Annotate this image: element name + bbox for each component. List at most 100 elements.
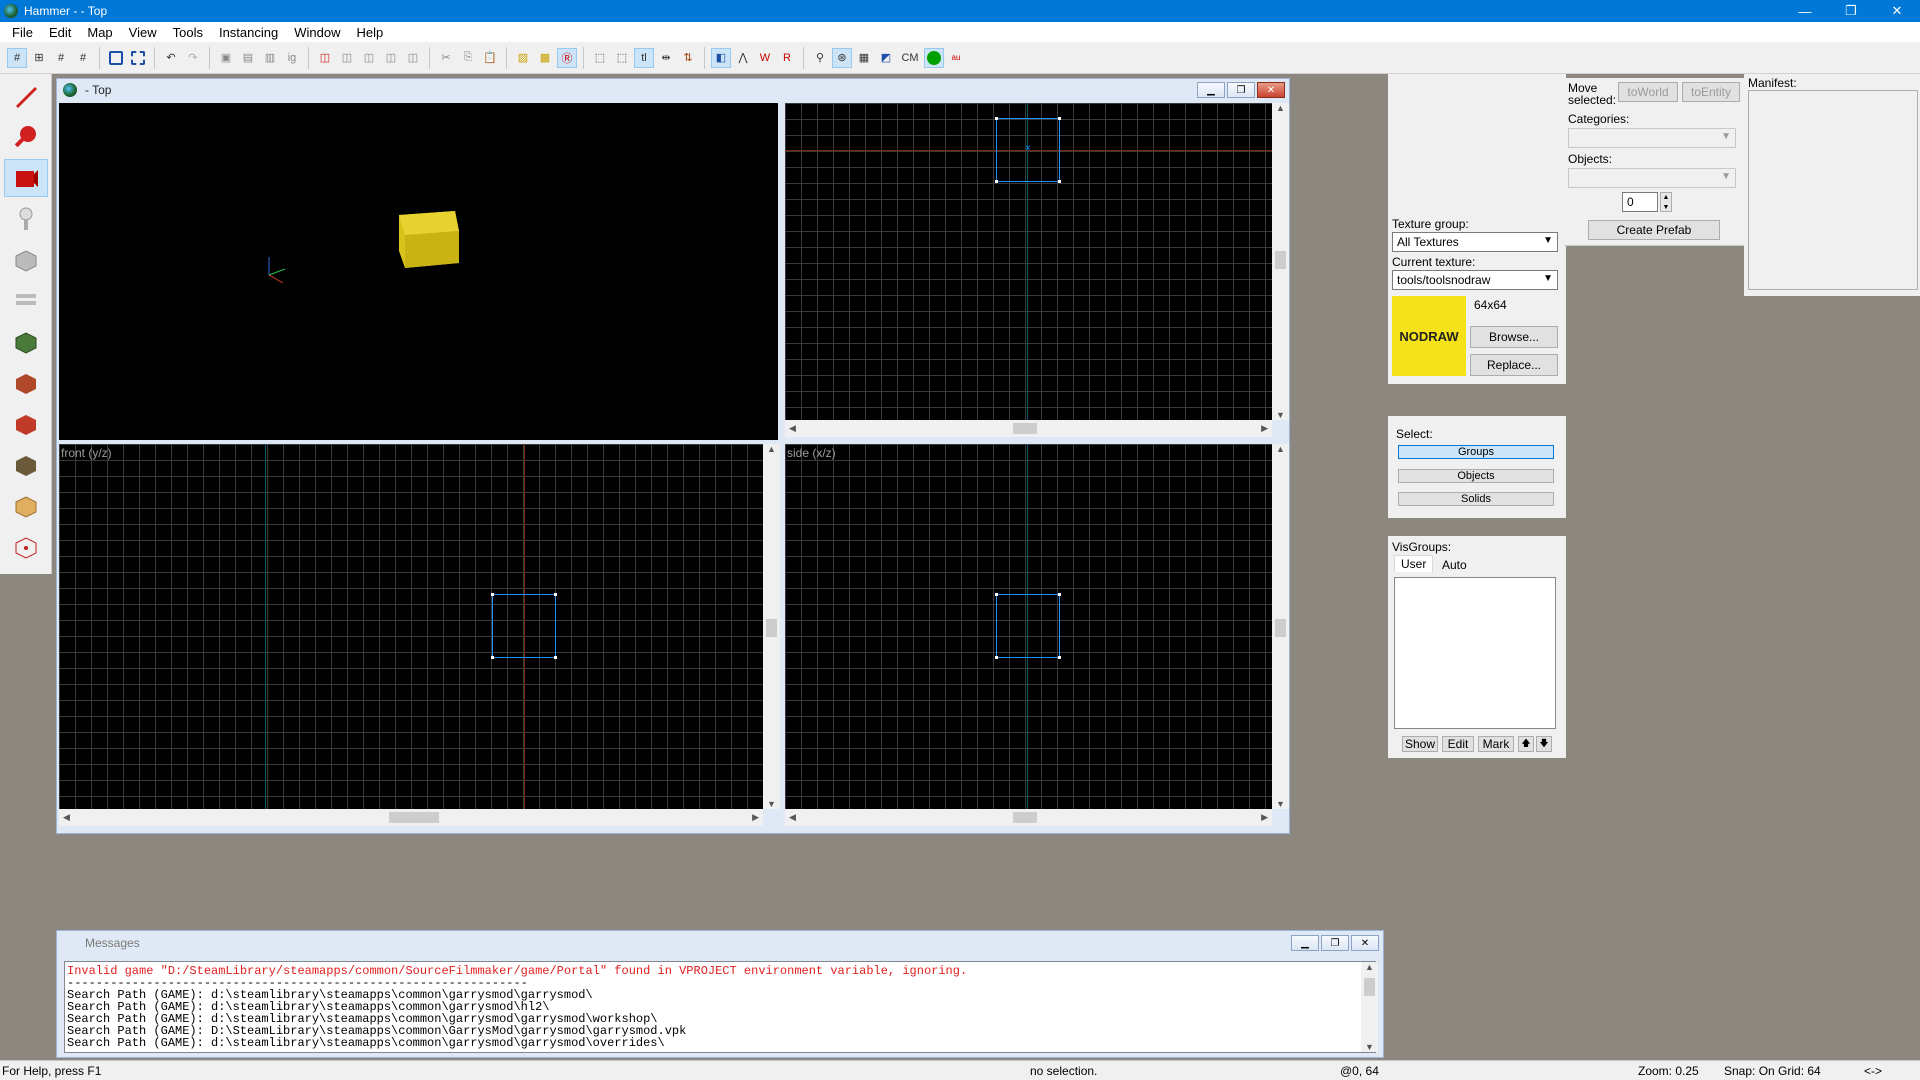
overlay-tool[interactable] bbox=[4, 405, 48, 443]
clipping-tool[interactable] bbox=[4, 446, 48, 484]
manifest-list[interactable] bbox=[1748, 90, 1918, 290]
front-view-hscroll[interactable]: ◀ ▶ bbox=[59, 809, 763, 826]
create-prefab-button[interactable]: Create Prefab bbox=[1588, 220, 1720, 240]
selected-brush-front[interactable] bbox=[491, 593, 557, 659]
mdi-restore-button[interactable]: ❐ bbox=[1227, 82, 1255, 98]
replace-icon[interactable]: R bbox=[777, 48, 797, 68]
texture-tool[interactable] bbox=[4, 282, 48, 320]
categories-select[interactable]: ▼ bbox=[1568, 128, 1736, 148]
prefab-count-field[interactable]: 0 bbox=[1622, 192, 1658, 212]
vertex-icon[interactable]: ◫ bbox=[381, 48, 401, 68]
texture-scale-lock-icon[interactable]: ▩ bbox=[535, 48, 555, 68]
objects-select[interactable]: ▼ bbox=[1568, 168, 1736, 188]
carve-icon[interactable]: ◫ bbox=[315, 48, 335, 68]
to-world-button[interactable]: toWorld bbox=[1618, 82, 1678, 102]
apply-texture-tool[interactable] bbox=[4, 323, 48, 361]
magnify-tool[interactable] bbox=[4, 118, 48, 156]
messages-vscroll[interactable]: ▲ ▼ bbox=[1361, 962, 1378, 1052]
menu-view[interactable]: View bbox=[121, 25, 165, 40]
cordon-toggle-icon[interactable] bbox=[924, 47, 944, 68]
side-view-vscroll[interactable]: ▲ ▼ bbox=[1272, 444, 1289, 809]
paste-icon[interactable]: 📋 bbox=[480, 48, 500, 68]
3d-shaded-icon[interactable]: ◩ bbox=[876, 48, 896, 68]
cordon-icon[interactable]: CM bbox=[898, 48, 922, 68]
mdi-minimize-button[interactable]: ▁ bbox=[1197, 82, 1225, 98]
top-view-vscroll[interactable]: ▲ ▼ bbox=[1272, 103, 1289, 420]
block-tool[interactable] bbox=[4, 241, 48, 279]
texture-group-select[interactable]: All Textures ▼ bbox=[1392, 232, 1558, 252]
selected-brush-top[interactable]: × bbox=[995, 117, 1061, 183]
group-icon[interactable] bbox=[106, 48, 126, 68]
redo-icon[interactable]: ↷ bbox=[183, 48, 203, 68]
count-spinner[interactable]: ▲ ▼ bbox=[1660, 192, 1672, 212]
clip-icon[interactable]: ◫ bbox=[359, 48, 379, 68]
tab-user[interactable]: User bbox=[1394, 555, 1434, 572]
visgroup-mark-button[interactable]: Mark bbox=[1478, 736, 1514, 752]
current-texture-select[interactable]: tools/toolsnodraw ▼ bbox=[1392, 270, 1558, 290]
copy-icon[interactable]: ⎘ bbox=[458, 48, 478, 68]
helpers-icon[interactable]: ⚲ bbox=[810, 48, 830, 68]
front-view-vscroll[interactable]: ▲ ▼ bbox=[763, 444, 780, 809]
restore-button[interactable]: ❐ bbox=[1828, 0, 1874, 22]
solid-entity-icon[interactable]: ◧ bbox=[711, 47, 731, 68]
select-objects-button[interactable]: Objects bbox=[1398, 469, 1554, 483]
grid-3d-icon[interactable]: ⊞ bbox=[29, 48, 49, 68]
messages-restore-button[interactable]: ❐ bbox=[1321, 935, 1349, 951]
replace-button[interactable]: Replace... bbox=[1470, 354, 1558, 376]
hide-selected-icon[interactable]: ▤ bbox=[238, 48, 258, 68]
to-entity-button[interactable]: toEntity bbox=[1682, 82, 1740, 102]
viewport-side[interactable]: side (x/z) bbox=[785, 444, 1272, 809]
close-button[interactable]: ✕ bbox=[1874, 0, 1920, 22]
selected-brush-side[interactable] bbox=[995, 593, 1061, 659]
hollow-icon[interactable]: ◫ bbox=[337, 48, 357, 68]
grid-smaller-icon[interactable]: # bbox=[51, 48, 71, 68]
world-snap-icon[interactable]: W bbox=[755, 48, 775, 68]
messages-log[interactable]: Invalid game "D:/SteamLibrary/steamapps/… bbox=[64, 961, 1376, 1053]
cut-icon[interactable]: ✂ bbox=[436, 48, 456, 68]
wireframe-icon[interactable]: ▦ bbox=[854, 48, 874, 68]
visgroup-show-button[interactable]: Show bbox=[1402, 736, 1438, 752]
decal-tool[interactable] bbox=[4, 364, 48, 402]
visgroup-edit-button[interactable]: Edit bbox=[1442, 736, 1474, 752]
viewport-front[interactable]: front (y/z) bbox=[59, 444, 763, 809]
select-by-handles-icon[interactable]: ⬚ bbox=[612, 48, 632, 68]
minimize-button[interactable]: — bbox=[1782, 0, 1828, 22]
select-solids-button[interactable]: Solids bbox=[1398, 492, 1554, 506]
menu-map[interactable]: Map bbox=[79, 25, 120, 40]
visgroups-list[interactable] bbox=[1394, 577, 1556, 729]
hide-unselected-icon[interactable]: ▥ bbox=[260, 48, 280, 68]
side-view-hscroll[interactable]: ◀ ▶ bbox=[785, 809, 1272, 826]
grid-toggle-icon[interactable]: # bbox=[7, 47, 27, 68]
toggle-texture-lock-icon[interactable]: tl bbox=[634, 47, 654, 68]
messages-close-button[interactable]: ✕ bbox=[1351, 935, 1379, 951]
undo-icon[interactable]: ↶ bbox=[161, 48, 181, 68]
draw-toggle-icon[interactable]: au bbox=[946, 48, 966, 68]
menu-file[interactable]: File bbox=[4, 25, 41, 40]
menu-window[interactable]: Window bbox=[286, 25, 348, 40]
flip-vertical-icon[interactable]: ⇅ bbox=[678, 48, 698, 68]
mdi-close-button[interactable]: ✕ bbox=[1257, 82, 1285, 98]
merge-icon[interactable]: ◫ bbox=[403, 48, 423, 68]
texture-apply-icon[interactable]: Ⓡ bbox=[557, 47, 577, 68]
select-groups-button[interactable]: Groups bbox=[1398, 445, 1554, 459]
menu-instancing[interactable]: Instancing bbox=[211, 25, 286, 40]
vertex-manipulation-tool[interactable] bbox=[4, 487, 48, 525]
tab-auto[interactable]: Auto bbox=[1436, 557, 1473, 573]
browse-button[interactable]: Browse... bbox=[1470, 326, 1558, 348]
viewport-3d[interactable] bbox=[59, 103, 778, 440]
path-tool[interactable] bbox=[4, 528, 48, 566]
visgroup-down-button[interactable]: 🡇 bbox=[1536, 736, 1552, 752]
vertex-tool-icon[interactable]: ⋀ bbox=[733, 48, 753, 68]
top-view-hscroll[interactable]: ◀ ▶ bbox=[785, 420, 1272, 437]
flip-horizontal-icon[interactable]: ⇹ bbox=[656, 48, 676, 68]
entity-tool[interactable] bbox=[4, 200, 48, 238]
messages-minimize-button[interactable]: ▁ bbox=[1291, 935, 1319, 951]
selection-box-icon[interactable]: ⬚ bbox=[590, 48, 610, 68]
selection-tool[interactable] bbox=[4, 77, 48, 115]
run-map-icon[interactable]: ▣ bbox=[216, 48, 236, 68]
texture-lock-icon[interactable]: ▨ bbox=[513, 48, 533, 68]
camera-tool[interactable] bbox=[4, 159, 48, 197]
grid-larger-icon[interactable]: # bbox=[73, 48, 93, 68]
models-icon[interactable]: ⊛ bbox=[832, 47, 852, 68]
menu-help[interactable]: Help bbox=[348, 25, 391, 40]
